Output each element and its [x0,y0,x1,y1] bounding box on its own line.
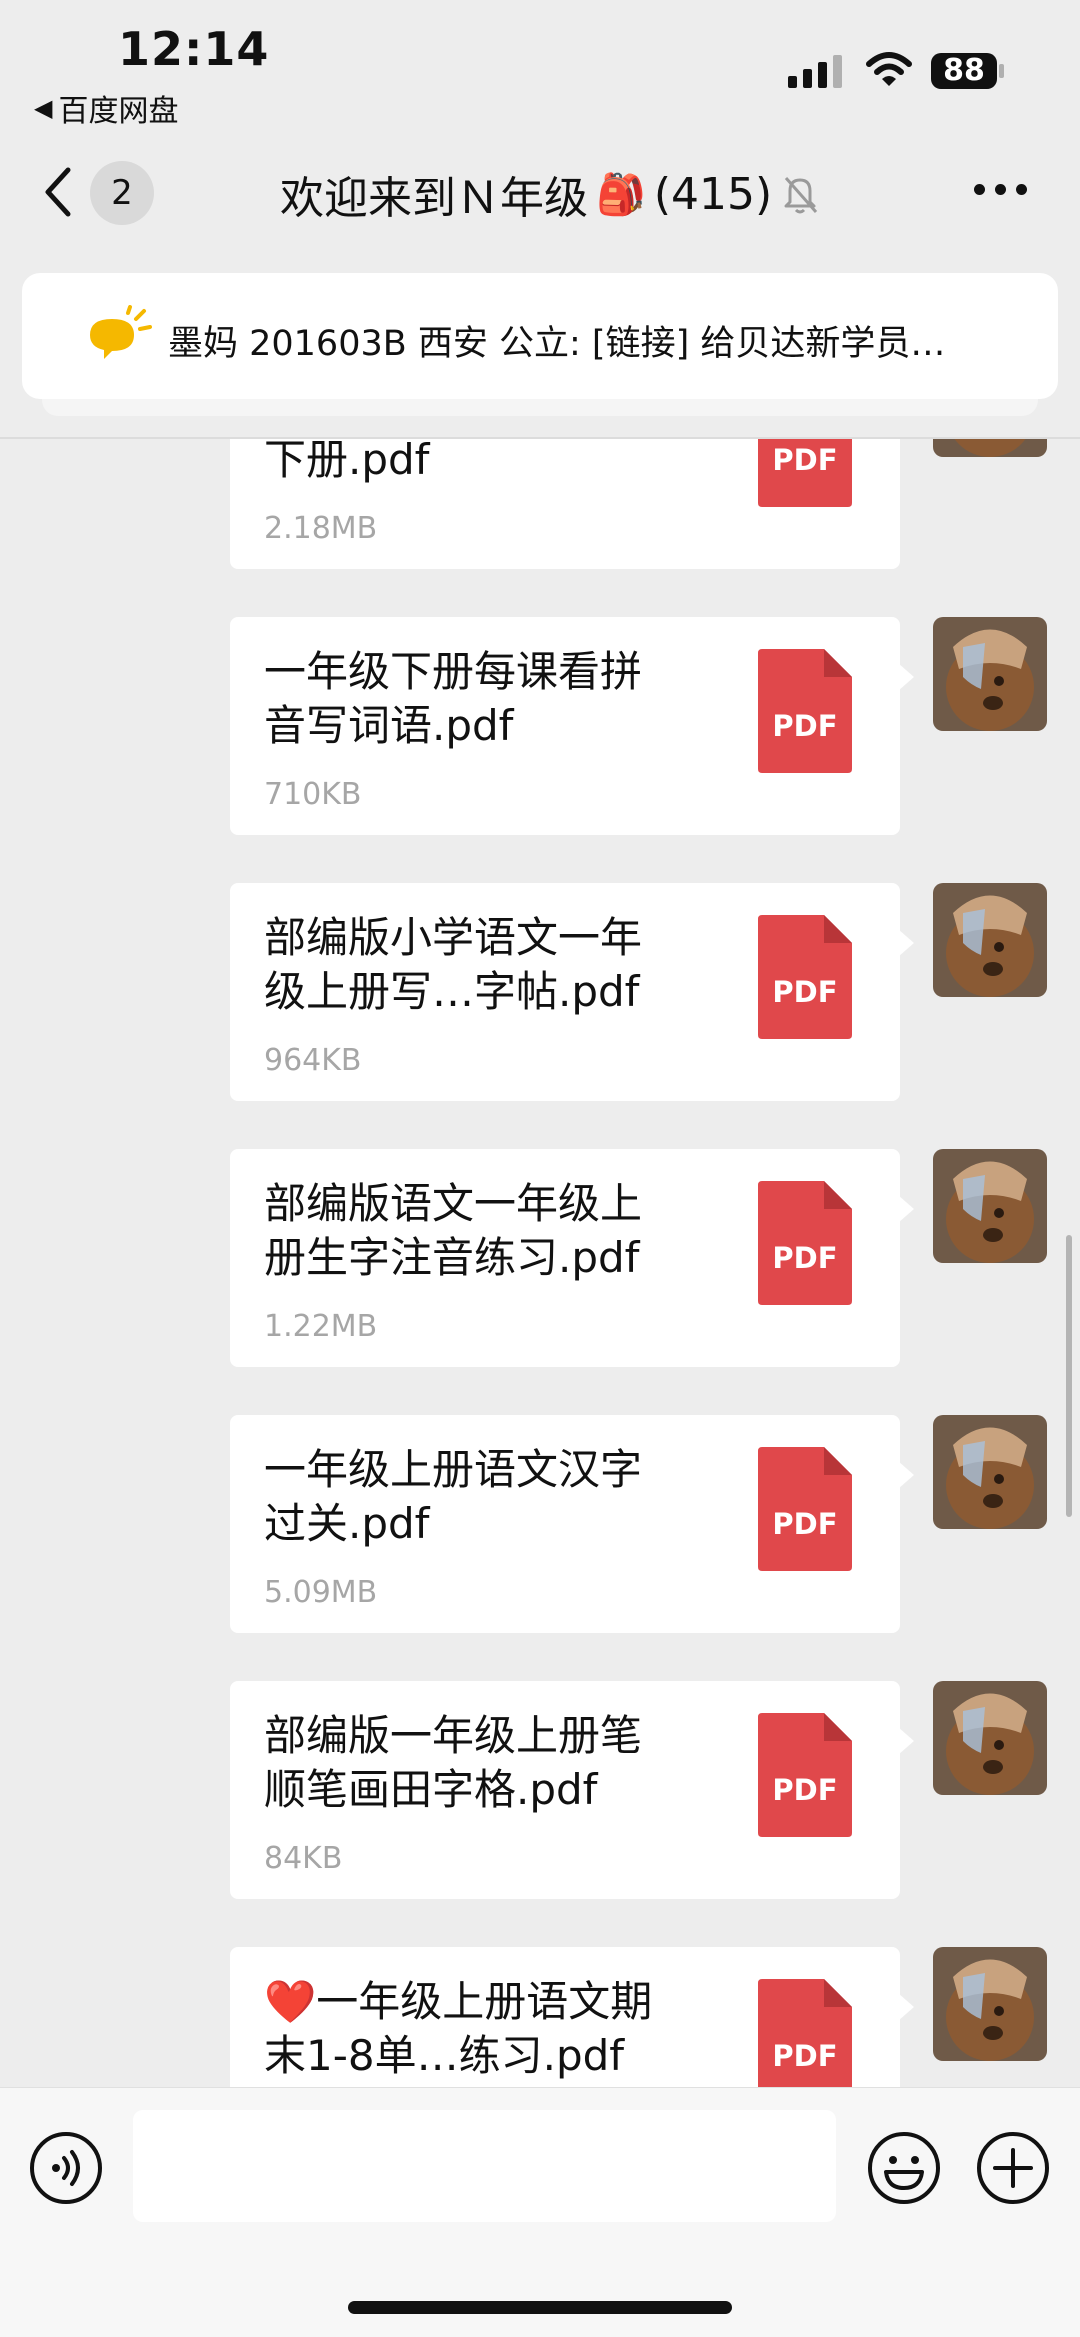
file-message[interactable]: 部编版语文一年级上 册生字注音练习.pdf 1.22MB PDF [0,1149,1080,1367]
file-size: 2.18MB [264,511,378,546]
home-indicator[interactable] [348,2301,732,2314]
file-message[interactable]: ❤️一年级上册语文期 末1-8单…练习.pdf PDF [0,1947,1080,2087]
pdf-label: PDF [772,975,838,1009]
pdf-label: PDF [772,1241,838,1275]
plus-icon[interactable] [975,2130,1051,2206]
file-message[interactable]: 下册.pdf 2.18MB PDF [0,439,1080,569]
file-name: 下册.pdf [264,439,430,484]
pdf-label: PDF [772,2039,838,2073]
file-size: 964KB [264,1043,362,1078]
chat-header: 2 欢迎来到Ｎ年级 🎒 (415) [0,140,1080,245]
file-message[interactable]: 部编版小学语文一年 级上册写…字帖.pdf 964KB PDF [0,883,1080,1101]
notice-text: 墨妈 201603B 西安 公立: [链接] 给贝达新学员… [168,324,946,364]
back-triangle-icon: ◀ [34,94,53,122]
file-message[interactable]: 一年级下册每课看拼 音写词语.pdf 710KB PDF [0,617,1080,835]
mute-bell-icon [784,177,818,214]
back-to-app-link[interactable]: ◀ 百度网盘 [34,86,178,130]
pinned-notice[interactable]: 墨妈 201603B 西安 公立: [链接] 给贝达新学员… [22,273,1058,399]
backpack-emoji: 🎒 [596,171,646,218]
file-name: 部编版小学语文一年 级上册写…字帖.pdf [264,913,643,1016]
sender-avatar[interactable] [933,1149,1047,1263]
voice-icon[interactable] [28,2130,104,2206]
speaker-icon [90,305,152,359]
chat-screen: 12:14 ◀ 百度网盘 88 2 欢迎来到Ｎ年级 🎒 (415) 墨妈 201… [0,0,1080,2337]
back-chevron-icon[interactable] [40,162,76,222]
sender-avatar[interactable] [933,1415,1047,1529]
file-name: 部编版语文一年级上 册生字注音练习.pdf [264,1179,643,1282]
sender-avatar[interactable] [933,1681,1047,1795]
file-name: 一年级上册语文汉字 过关.pdf [264,1445,643,1548]
file-name: 一年级下册每课看拼 音写词语.pdf [264,647,643,750]
member-count: (415) [653,168,773,220]
file-bubble[interactable]: 一年级下册每课看拼 音写词语.pdf 710KB PDF [230,617,914,835]
sender-avatar[interactable] [933,883,1047,997]
file-size: 5.09MB [264,1575,378,1610]
file-name: ❤️一年级上册语文期 末1-8单…练习.pdf [264,1977,653,2080]
file-message[interactable]: 部编版一年级上册笔 顺笔画田字格.pdf 84KB PDF [0,1681,1080,1899]
file-size: 84KB [264,1841,343,1876]
pdf-label: PDF [772,443,838,477]
file-size: 1.22MB [264,1309,378,1344]
emoji-icon[interactable] [866,2130,942,2206]
chat-title-text: 欢迎来到Ｎ年级 [280,173,588,224]
file-bubble[interactable]: ❤️一年级上册语文期 末1-8单…练习.pdf PDF [230,1947,914,2087]
input-bar [0,2087,1080,2337]
status-time: 12:14 [118,22,270,76]
pdf-label: PDF [772,1773,838,1807]
pdf-label: PDF [772,1507,838,1541]
message-input[interactable] [133,2110,836,2222]
back-app-label: 百度网盘 [58,94,179,129]
file-bubble[interactable]: 部编版小学语文一年 级上册写…字帖.pdf 964KB PDF [230,883,914,1101]
file-bubble[interactable]: 一年级上册语文汉字 过关.pdf 5.09MB PDF [230,1415,914,1633]
file-bubble[interactable]: 下册.pdf 2.18MB PDF [230,439,900,569]
sender-avatar[interactable] [933,1947,1047,2061]
file-message[interactable]: 一年级上册语文汉字 过关.pdf 5.09MB PDF [0,1415,1080,1633]
scrollbar[interactable] [1066,1235,1072,1517]
chat-title[interactable]: 欢迎来到Ｎ年级 🎒 (415) [280,162,820,226]
more-dots-icon[interactable] [974,184,1027,195]
battery-level: 88 [943,53,985,88]
signal-icon [788,54,842,88]
file-name: 部编版一年级上册笔 顺笔画田字格.pdf [264,1711,643,1814]
pdf-label: PDF [772,709,838,743]
file-bubble[interactable]: 部编版语文一年级上 册生字注音练习.pdf 1.22MB PDF [230,1149,914,1367]
file-bubble[interactable]: 部编版一年级上册笔 顺笔画田字格.pdf 84KB PDF [230,1681,914,1899]
status-bar: 12:14 ◀ 百度网盘 88 [0,0,1080,130]
sender-avatar[interactable] [933,617,1047,731]
wifi-icon [866,52,912,86]
file-size: 710KB [264,777,362,812]
unread-count-badge[interactable]: 2 [90,161,154,225]
message-list[interactable]: 下册.pdf 2.18MB PDF 一年级下册每课看拼 音写词语.pdf 710… [0,439,1080,2087]
sender-avatar[interactable] [933,439,1047,457]
